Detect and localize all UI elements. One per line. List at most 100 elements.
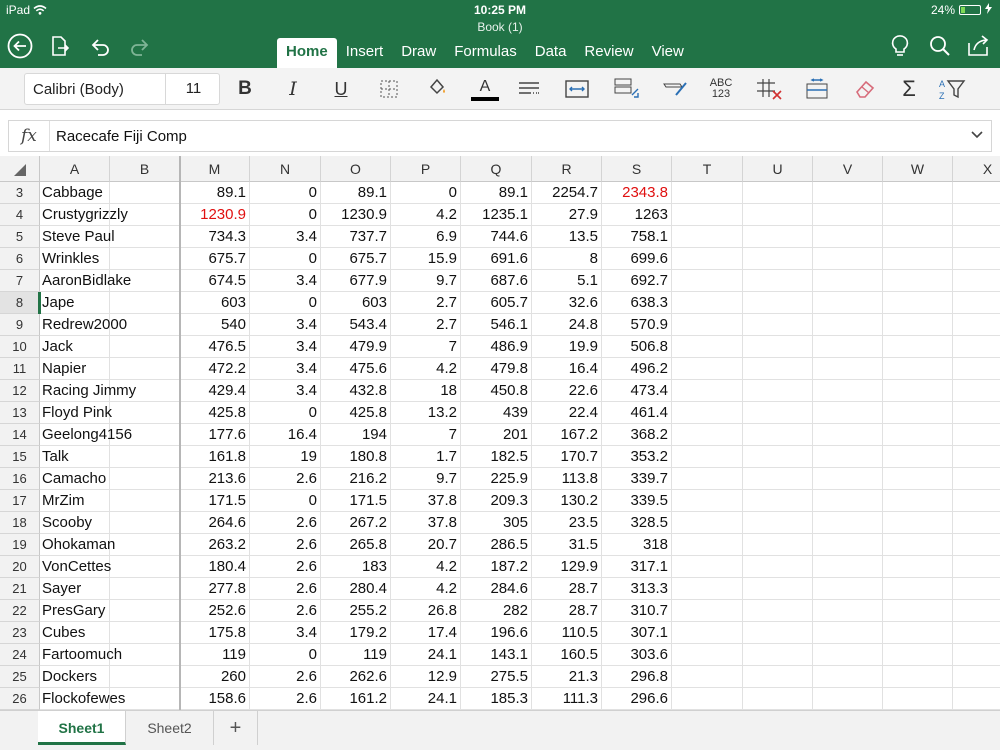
cell-o23[interactable]: 179.2: [321, 622, 391, 644]
tab-home[interactable]: Home: [277, 38, 337, 68]
cell-w10[interactable]: [883, 336, 953, 358]
cell-b6[interactable]: [110, 248, 180, 270]
cell-r20[interactable]: 129.9: [532, 556, 602, 578]
sheet-tab-sheet2[interactable]: Sheet2: [126, 711, 214, 745]
cell-a21[interactable]: Sayer: [40, 578, 110, 600]
cell-w21[interactable]: [883, 578, 953, 600]
cell-v24[interactable]: [813, 644, 883, 666]
cell-x26[interactable]: [953, 688, 1000, 710]
cell-p22[interactable]: 26.8: [391, 600, 461, 622]
cell-v10[interactable]: [813, 336, 883, 358]
borders-icon[interactable]: [372, 74, 406, 104]
cell-m3[interactable]: 89.1: [180, 182, 250, 204]
cell-w24[interactable]: [883, 644, 953, 666]
cell-b26[interactable]: [110, 688, 180, 710]
cell-w12[interactable]: [883, 380, 953, 402]
cell-m19[interactable]: 263.2: [180, 534, 250, 556]
cell-q11[interactable]: 479.8: [461, 358, 532, 380]
cell-n9[interactable]: 3.4: [250, 314, 321, 336]
cell-q4[interactable]: 1235.1: [461, 204, 532, 226]
cell-b14[interactable]: [110, 424, 180, 446]
cell-q26[interactable]: 185.3: [461, 688, 532, 710]
underline-button[interactable]: U: [324, 74, 358, 104]
cell-u21[interactable]: [743, 578, 813, 600]
cell-v21[interactable]: [813, 578, 883, 600]
cell-r22[interactable]: 28.7: [532, 600, 602, 622]
cell-a22[interactable]: PresGary: [40, 600, 110, 622]
cell-v12[interactable]: [813, 380, 883, 402]
cell-r16[interactable]: 113.8: [532, 468, 602, 490]
cell-o22[interactable]: 255.2: [321, 600, 391, 622]
sort-filter-icon[interactable]: AZ: [934, 74, 968, 104]
font-name[interactable]: Calibri (Body): [33, 81, 124, 98]
column-header-u[interactable]: U: [743, 156, 813, 182]
cell-b5[interactable]: [110, 226, 180, 248]
cell-m6[interactable]: 675.7: [180, 248, 250, 270]
cell-p19[interactable]: 20.7: [391, 534, 461, 556]
cell-o11[interactable]: 475.6: [321, 358, 391, 380]
cell-x4[interactable]: [953, 204, 1000, 226]
cell-q8[interactable]: 605.7: [461, 292, 532, 314]
row-header-16[interactable]: 16: [0, 468, 40, 490]
cell-n5[interactable]: 3.4: [250, 226, 321, 248]
cell-p25[interactable]: 12.9: [391, 666, 461, 688]
wrap-text-icon[interactable]: [610, 74, 644, 104]
cell-w14[interactable]: [883, 424, 953, 446]
cell-a24[interactable]: Fartoomuch: [40, 644, 122, 666]
cell-u4[interactable]: [743, 204, 813, 226]
cell-o3[interactable]: 89.1: [321, 182, 391, 204]
row-header-24[interactable]: 24: [0, 644, 40, 666]
cell-u8[interactable]: [743, 292, 813, 314]
cell-w18[interactable]: [883, 512, 953, 534]
cell-s7[interactable]: 692.7: [602, 270, 672, 292]
cell-o7[interactable]: 677.9: [321, 270, 391, 292]
cell-r9[interactable]: 24.8: [532, 314, 602, 336]
cell-m16[interactable]: 213.6: [180, 468, 250, 490]
file-icon[interactable]: [46, 32, 74, 60]
cell-m18[interactable]: 264.6: [180, 512, 250, 534]
cell-x10[interactable]: [953, 336, 1000, 358]
share-icon[interactable]: [964, 32, 992, 60]
clear-icon[interactable]: [848, 74, 882, 104]
cell-s14[interactable]: 368.2: [602, 424, 672, 446]
cell-q12[interactable]: 450.8: [461, 380, 532, 402]
cell-u17[interactable]: [743, 490, 813, 512]
cell-m11[interactable]: 472.2: [180, 358, 250, 380]
cell-a11[interactable]: Napier: [40, 358, 110, 380]
row-header-8[interactable]: 8: [0, 292, 40, 314]
cell-x14[interactable]: [953, 424, 1000, 446]
cell-b10[interactable]: [110, 336, 180, 358]
cell-q24[interactable]: 143.1: [461, 644, 532, 666]
cell-w15[interactable]: [883, 446, 953, 468]
column-header-q[interactable]: Q: [461, 156, 532, 182]
cell-p17[interactable]: 37.8: [391, 490, 461, 512]
cell-w7[interactable]: [883, 270, 953, 292]
cell-t19[interactable]: [672, 534, 743, 556]
column-header-b[interactable]: B: [110, 156, 180, 182]
cell-m10[interactable]: 476.5: [180, 336, 250, 358]
cell-a4[interactable]: Crustygrizzly: [40, 204, 128, 226]
cell-u20[interactable]: [743, 556, 813, 578]
column-header-w[interactable]: W: [883, 156, 953, 182]
cell-r6[interactable]: 8: [532, 248, 602, 270]
cell-r26[interactable]: 111.3: [532, 688, 602, 710]
cell-b7[interactable]: [110, 270, 180, 292]
sheet-tab-sheet1[interactable]: Sheet1: [38, 711, 126, 745]
cell-a19[interactable]: Ohokaman: [40, 534, 115, 556]
cell-u25[interactable]: [743, 666, 813, 688]
cell-b20[interactable]: [110, 556, 180, 578]
cell-q10[interactable]: 486.9: [461, 336, 532, 358]
cell-n6[interactable]: 0: [250, 248, 321, 270]
column-header-r[interactable]: R: [532, 156, 602, 182]
cell-r12[interactable]: 22.6: [532, 380, 602, 402]
cell-a18[interactable]: Scooby: [40, 512, 110, 534]
cell-q6[interactable]: 691.6: [461, 248, 532, 270]
cell-w26[interactable]: [883, 688, 953, 710]
cell-r3[interactable]: 2254.7: [532, 182, 602, 204]
cell-q20[interactable]: 187.2: [461, 556, 532, 578]
row-header-5[interactable]: 5: [0, 226, 40, 248]
cell-t8[interactable]: [672, 292, 743, 314]
cell-b11[interactable]: [110, 358, 180, 380]
cell-q14[interactable]: 201: [461, 424, 532, 446]
cell-x17[interactable]: [953, 490, 1000, 512]
